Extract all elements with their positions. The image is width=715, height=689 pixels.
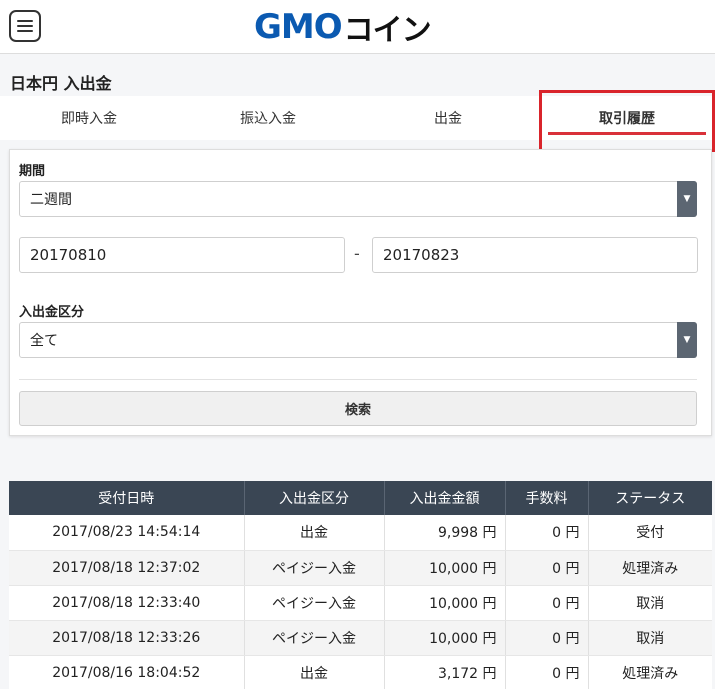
cell-amount: 3,172 円: [384, 655, 506, 689]
cell-datetime: 2017/08/18 12:33:40: [9, 585, 245, 621]
cell-status: 処理済み: [588, 655, 712, 689]
table-header-row: 受付日時 入出金区分 入出金金額 手数料 ステータス: [9, 481, 712, 515]
table-row: 2017/08/18 12:37:02 ペイジー入金 10,000 円 0 円 …: [9, 550, 712, 586]
cell-amount: 10,000 円: [384, 585, 506, 621]
cell-type: ペイジー入金: [244, 585, 385, 621]
date-to-input[interactable]: 20170823: [372, 237, 698, 273]
dropdown-arrow-icon[interactable]: ▼: [677, 181, 697, 217]
cell-status: 受付: [588, 515, 712, 551]
cell-type: 出金: [244, 515, 385, 551]
table-row: 2017/08/23 14:54:14 出金 9,998 円 0 円 受付: [9, 515, 712, 551]
hamburger-menu-icon[interactable]: [9, 10, 41, 42]
col-header-fee: 手数料: [505, 481, 589, 515]
period-label: 期間: [19, 164, 46, 179]
divider: [19, 379, 697, 380]
table-row: 2017/08/16 18:04:52 出金 3,172 円 0 円 処理済み: [9, 655, 712, 689]
cell-datetime: 2017/08/18 12:33:26: [9, 620, 245, 656]
col-header-type: 入出金区分: [244, 481, 385, 515]
cell-status: 取消: [588, 620, 712, 656]
col-header-status: ステータス: [588, 481, 712, 515]
cell-status: 処理済み: [588, 550, 712, 586]
gmo-coin-logo[interactable]: GMO コイン: [254, 7, 432, 48]
logo-coin-text: コイン: [343, 13, 432, 48]
dropdown-arrow-icon[interactable]: ▼: [677, 322, 697, 358]
cell-status: 取消: [588, 585, 712, 621]
cell-amount: 9,998 円: [384, 515, 506, 551]
cell-fee: 0 円: [505, 515, 589, 551]
period-select-value: 二週間: [30, 192, 72, 208]
cell-fee: 0 円: [505, 585, 589, 621]
page-title: 日本円 入出金: [10, 74, 112, 93]
tab-transaction-history[interactable]: 取引履歴: [542, 96, 712, 140]
cell-datetime: 2017/08/18 12:37:02: [9, 550, 245, 586]
cell-fee: 0 円: [505, 620, 589, 656]
type-select[interactable]: 全て ▼: [19, 322, 697, 358]
cell-fee: 0 円: [505, 550, 589, 586]
logo-gmo-text: GMO: [254, 7, 343, 47]
cell-amount: 10,000 円: [384, 620, 506, 656]
tab-withdrawal[interactable]: 出金: [358, 96, 538, 140]
tab-instant-deposit[interactable]: 即時入金: [0, 96, 178, 140]
filter-panel: 期間 二週間 ▼ 20170810 - 20170823 入出金区分 全て ▼ …: [9, 149, 712, 436]
cell-datetime: 2017/08/16 18:04:52: [9, 655, 245, 689]
history-table: 受付日時 入出金区分 入出金金額 手数料 ステータス 2017/08/23 14…: [9, 481, 712, 689]
table-row: 2017/08/18 12:33:26 ペイジー入金 10,000 円 0 円 …: [9, 620, 712, 656]
date-separator: -: [354, 244, 360, 263]
date-from-input[interactable]: 20170810: [19, 237, 345, 273]
cell-type: 出金: [244, 655, 385, 689]
cell-amount: 10,000 円: [384, 550, 506, 586]
type-label: 入出金区分: [19, 305, 85, 320]
cell-fee: 0 円: [505, 655, 589, 689]
col-header-amount: 入出金金額: [384, 481, 506, 515]
cell-type: ペイジー入金: [244, 550, 385, 586]
table-row: 2017/08/18 12:33:40 ペイジー入金 10,000 円 0 円 …: [9, 585, 712, 621]
period-select[interactable]: 二週間 ▼: [19, 181, 697, 217]
cell-type: ペイジー入金: [244, 620, 385, 656]
cell-datetime: 2017/08/23 14:54:14: [9, 515, 245, 551]
type-select-value: 全て: [30, 333, 58, 349]
tab-transfer-deposit[interactable]: 振込入金: [178, 96, 358, 140]
col-header-datetime: 受付日時: [9, 481, 245, 515]
app-header: GMO コイン: [0, 0, 715, 54]
search-button[interactable]: 検索: [19, 391, 697, 426]
tab-bar: 即時入金 振込入金 出金 取引履歴: [0, 96, 715, 140]
